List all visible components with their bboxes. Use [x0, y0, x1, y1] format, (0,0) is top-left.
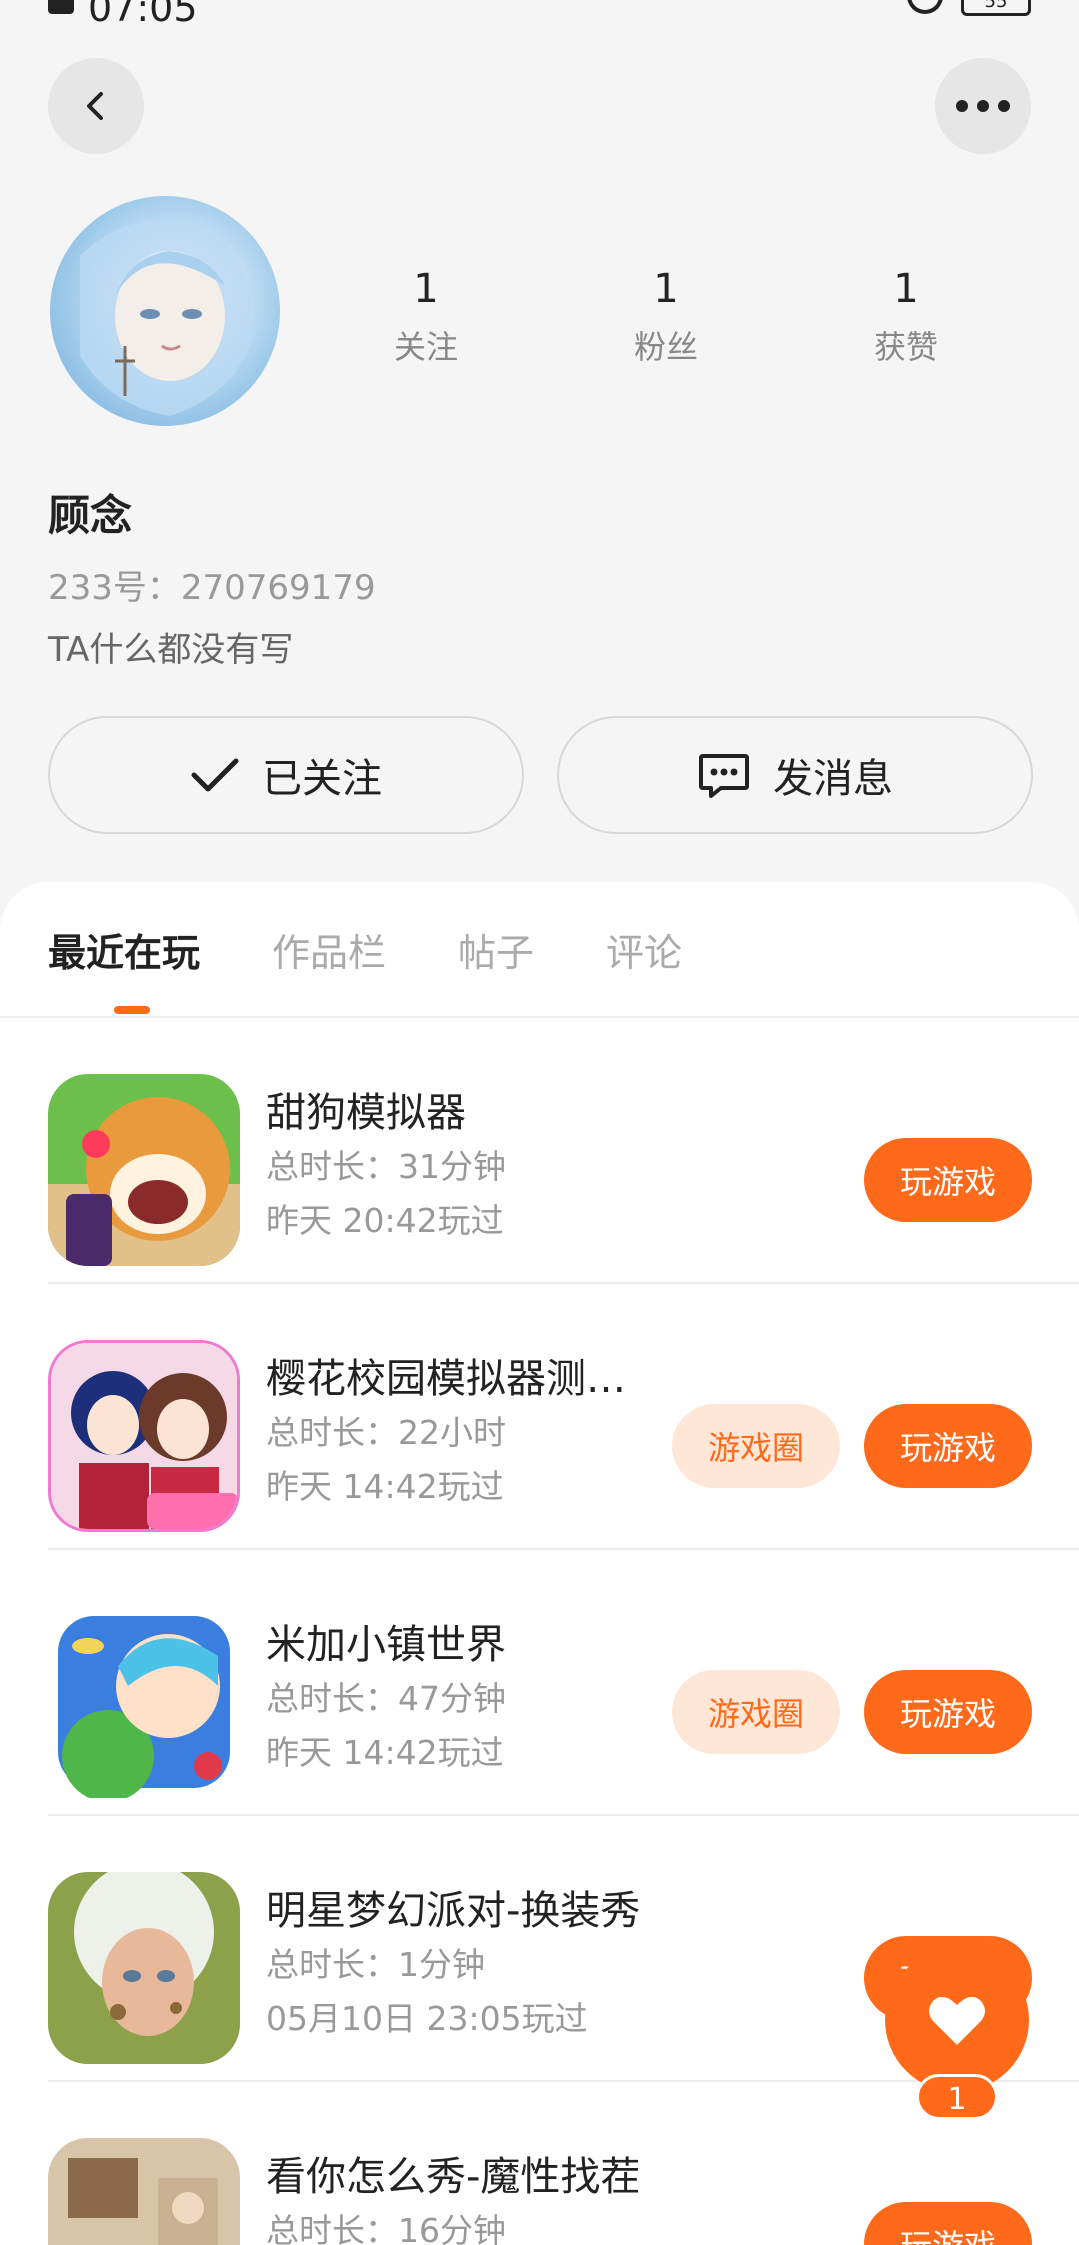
- chat-bubble-icon: [699, 754, 749, 798]
- notification-icon: [48, 0, 74, 14]
- chevron-left-icon: [87, 92, 103, 120]
- tab-bar: 最近在玩 作品栏 帖子 评论: [48, 922, 682, 977]
- game-duration: 总时长：22小时: [266, 1413, 506, 1452]
- game-title: 樱花校园模拟器测…: [266, 1356, 626, 1402]
- play-game-button[interactable]: 玩游戏: [864, 1670, 1032, 1754]
- game-last-played: 05月10日 23:05玩过: [266, 1999, 588, 2038]
- stat-following[interactable]: 1 关注: [326, 262, 526, 368]
- stat-likes[interactable]: 1 获赞: [806, 262, 1006, 368]
- more-button[interactable]: [935, 58, 1031, 154]
- game-last-played: 昨天 14:42玩过: [266, 1467, 504, 1506]
- play-game-button[interactable]: 玩游戏: [864, 1138, 1032, 1222]
- wifi-icon: [907, 0, 943, 14]
- follow-label: 已关注: [262, 756, 382, 802]
- like-fab-button[interactable]: [885, 1948, 1029, 2092]
- like-count-badge: 1: [916, 2074, 998, 2120]
- stat-fans-count: 1: [653, 266, 679, 312]
- avatar[interactable]: [50, 196, 280, 426]
- avatar-image: [80, 220, 252, 416]
- stat-following-count: 1: [413, 266, 439, 312]
- notification-icons: [48, 0, 74, 14]
- message-button[interactable]: 发消息: [557, 716, 1033, 834]
- game-row[interactable]: 米加小镇世界 总时长：47分钟 昨天 14:42玩过 游戏圈 玩游戏: [0, 1550, 1079, 1816]
- game-row[interactable]: 甜狗模拟器 总时长：31分钟 昨天 20:42玩过 玩游戏: [0, 1018, 1079, 1284]
- battery-icon: 55: [961, 0, 1031, 16]
- play-game-button[interactable]: 玩游戏: [864, 1404, 1032, 1488]
- user-id: 233号：270769179: [48, 568, 376, 608]
- game-duration: 总时长：31分钟: [266, 1147, 506, 1186]
- stat-following-label: 关注: [393, 328, 458, 366]
- profile-stats: 1 关注 1 粉丝 1 获赞: [326, 262, 1006, 368]
- game-row[interactable]: 樱花校园模拟器测… 总时长：22小时 昨天 14:42玩过 游戏圈 玩游戏: [0, 1284, 1079, 1550]
- stat-likes-count: 1: [893, 266, 919, 312]
- game-icon-sweet-dog: [48, 1074, 240, 1266]
- game-icon-star-party: [48, 1872, 240, 2064]
- game-title: 看你怎么秀-魔性找茬: [266, 2154, 641, 2200]
- stat-fans-label: 粉丝: [633, 328, 698, 366]
- game-duration: 总时长：16分钟: [266, 2211, 506, 2245]
- play-game-button[interactable]: 玩游戏: [864, 2202, 1032, 2245]
- game-last-played: 昨天 14:42玩过: [266, 1733, 504, 1772]
- game-circle-button[interactable]: 游戏圈: [672, 1404, 840, 1488]
- tab-works[interactable]: 作品栏: [272, 922, 386, 977]
- tab-recent-played[interactable]: 最近在玩: [48, 922, 200, 977]
- follow-button[interactable]: 已关注: [48, 716, 524, 834]
- game-title: 米加小镇世界: [266, 1622, 506, 1668]
- more-dots-icon: [956, 100, 1010, 112]
- game-last-played: 昨天 20:42玩过: [266, 1201, 504, 1240]
- game-duration: 总时长：47分钟: [266, 1679, 506, 1718]
- check-icon: [191, 758, 239, 792]
- game-icon-sakura-school: [48, 1340, 240, 1532]
- game-icon-find-difference: [48, 2138, 240, 2245]
- game-title: 明星梦幻派对-换装秀: [266, 1888, 641, 1934]
- stat-likes-label: 获赞: [873, 328, 938, 366]
- tab-comments[interactable]: 评论: [606, 922, 682, 977]
- status-bar: 07:05 55: [0, 0, 1079, 30]
- tab-indicator: [114, 1006, 150, 1014]
- status-time: 07:05: [88, 0, 198, 30]
- bio: TA什么都没有写: [48, 630, 294, 670]
- game-circle-button[interactable]: 游戏圈: [672, 1670, 840, 1754]
- heart-icon: [929, 1996, 985, 2045]
- game-duration: 总时长：1分钟: [266, 1945, 485, 1984]
- game-icon-miga-town: [48, 1606, 240, 1798]
- tab-posts[interactable]: 帖子: [458, 922, 534, 977]
- nickname: 顾念: [48, 491, 133, 540]
- game-title: 甜狗模拟器: [266, 1090, 466, 1136]
- back-button[interactable]: [48, 58, 144, 154]
- message-label: 发消息: [773, 756, 893, 802]
- status-right: 55: [907, 0, 1031, 16]
- stat-fans[interactable]: 1 粉丝: [566, 262, 766, 368]
